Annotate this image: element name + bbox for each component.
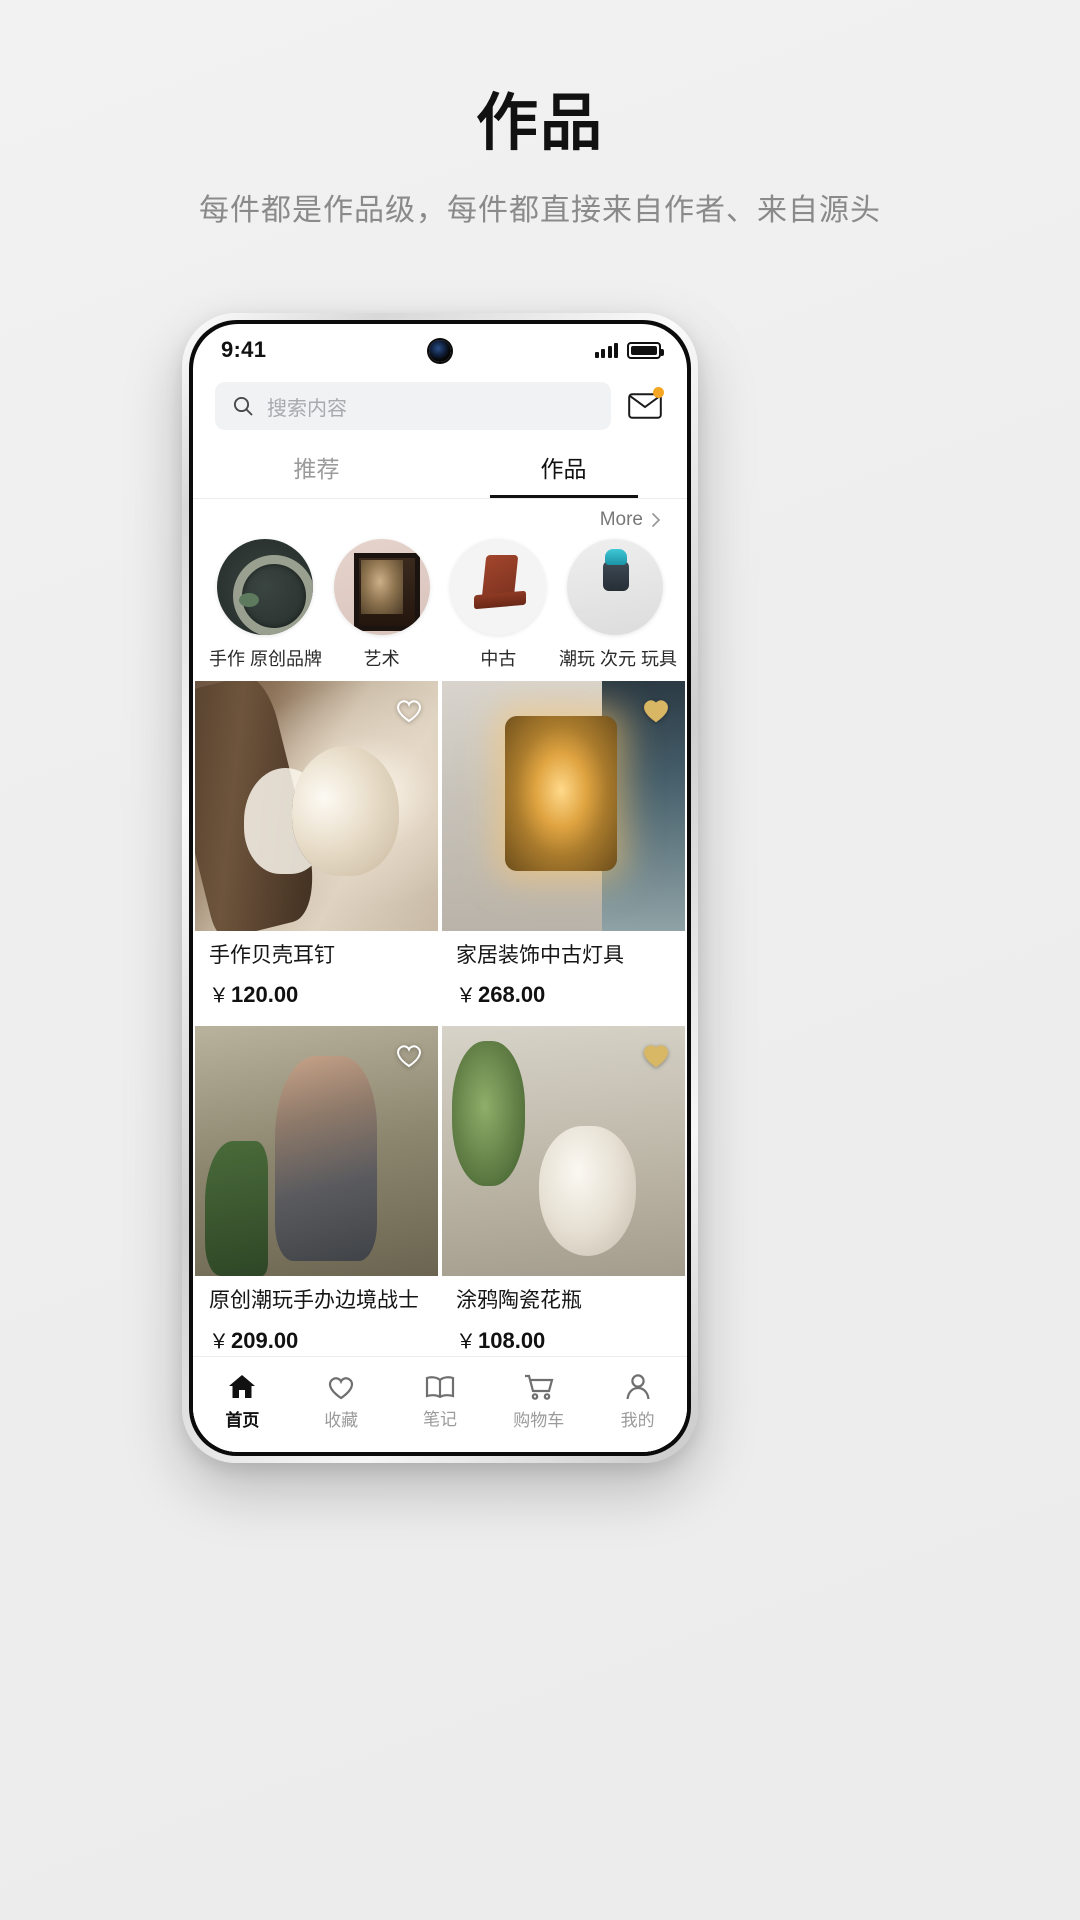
more-row[interactable]: More [193,499,687,535]
currency-symbol: ￥ [209,1330,229,1353]
nav-label: 笔记 [422,1409,457,1429]
heart-icon[interactable] [392,1038,426,1072]
product-card[interactable]: 涂鸦陶瓷花瓶 ￥108.00 [442,1026,685,1368]
tab-works[interactable]: 作品 [440,440,687,498]
page-root: 作品 每件都是作品级，每件都直接来自作者、来自源头 9:41 搜索内容 推荐 作… [0,0,1080,1920]
product-price: ￥120.00 [195,969,438,1022]
mail-badge-dot [653,387,664,398]
price-value: 108.00 [478,1327,546,1353]
search-placeholder: 搜索内容 [267,397,347,420]
product-title: 手作贝壳耳钉 [209,944,335,967]
category-item-toys[interactable]: 潮玩 次元 玩具 [558,539,677,671]
nav-item-notes[interactable]: 笔记 [394,1374,486,1430]
category-item-art[interactable]: 艺术 [326,539,438,671]
handmade-jewelry-thumb [217,539,313,635]
status-indicators [594,341,664,359]
nav-item-profile[interactable]: 我的 [592,1373,684,1431]
mail-icon[interactable] [625,386,665,426]
nav-label: 收藏 [324,1410,359,1430]
product-grid: 手作贝壳耳钉 ￥120.00 家居装饰中古灯具 ￥268.00 原创潮玩手办边境… [193,681,687,1452]
product-card[interactable]: 原创潮玩手办边境战士 ￥209.00 [195,1026,438,1368]
heart-icon[interactable] [639,1038,673,1072]
product-card[interactable]: 家居装饰中古灯具 ￥268.00 [442,681,685,1023]
heart-icon [326,1373,356,1401]
search-input[interactable]: 搜索内容 [215,382,611,430]
hero-section: 作品 每件都是作品级，每件都直接来自作者、来自源头 [0,0,1080,229]
product-title: 涂鸦陶瓷花瓶 [456,1289,582,1313]
nav-label: 首页 [225,1410,260,1430]
heart-icon[interactable] [639,693,673,727]
phone-screen: 9:41 搜索内容 推荐 作品 More 手作 原创品牌 艺术 中古 潮玩 次元… [193,324,687,1452]
status-time: 9:41 [221,337,267,362]
front-camera-icon [429,340,451,362]
bottom-navigation: 首页 收藏 笔记 购物车 我的 [193,1356,687,1452]
status-bar: 9:41 [193,324,687,376]
chevron-right-icon [649,510,663,530]
category-label: 中古 [480,649,517,669]
currency-symbol: ￥ [209,985,229,1008]
designer-toy-thumb [566,539,663,635]
price-value: 120.00 [231,982,299,1008]
nav-item-home[interactable]: 首页 [196,1373,288,1431]
product-title: 原创潮玩手办边境战士 [209,1289,419,1313]
phone-bezel: 9:41 搜索内容 推荐 作品 More 手作 原创品牌 艺术 中古 潮玩 次元… [189,320,691,1456]
nav-label: 购物车 [513,1410,565,1430]
tab-recommend[interactable]: 推荐 [193,440,440,498]
nav-item-favorites[interactable]: 收藏 [295,1373,387,1431]
framed-artwork-thumb [333,539,430,635]
nav-item-cart[interactable]: 购物车 [493,1373,585,1431]
search-icon [231,394,255,418]
currency-symbol: ￥ [456,985,476,1008]
cart-icon [523,1373,555,1401]
category-item-vintage[interactable]: 中古 [442,539,554,671]
category-item-handmade[interactable]: 手作 原创品牌 [209,539,323,671]
vintage-lantern-image [442,681,685,931]
book-icon [424,1374,456,1400]
nav-label: 我的 [620,1410,655,1430]
product-card[interactable]: 手作贝壳耳钉 ￥120.00 [195,681,438,1023]
category-row: 手作 原创品牌 艺术 中古 潮玩 次元 玩具 [193,535,687,681]
product-title: 家居装饰中古灯具 [456,944,624,967]
vintage-chair-thumb [450,539,547,635]
product-price: ￥268.00 [442,969,685,1022]
user-icon [624,1373,652,1401]
price-value: 209.00 [231,1327,299,1353]
category-label: 艺术 [363,649,400,669]
heart-icon[interactable] [392,693,426,727]
category-label: 手作 原创品牌 [209,649,323,669]
home-icon [227,1373,257,1401]
category-label: 潮玩 次元 玩具 [558,649,677,669]
shell-earrings-image [195,681,438,931]
page-subtitle: 每件都是作品级，每件都直接来自作者、来自源头 [199,194,881,228]
phone-mockup: 9:41 搜索内容 推荐 作品 More 手作 原创品牌 艺术 中古 潮玩 次元… [182,313,698,1463]
currency-symbol: ￥ [456,1330,476,1353]
price-value: 268.00 [478,982,546,1008]
page-title: 作品 [475,89,604,158]
battery-full-icon [627,341,664,359]
border-warrior-figure-image [195,1026,438,1277]
search-row: 搜索内容 [193,376,687,440]
graffiti-ceramic-vase-image [442,1026,685,1277]
more-label: More [599,509,643,530]
signal-bars-icon [594,342,618,358]
tab-bar: 推荐 作品 [193,440,687,499]
